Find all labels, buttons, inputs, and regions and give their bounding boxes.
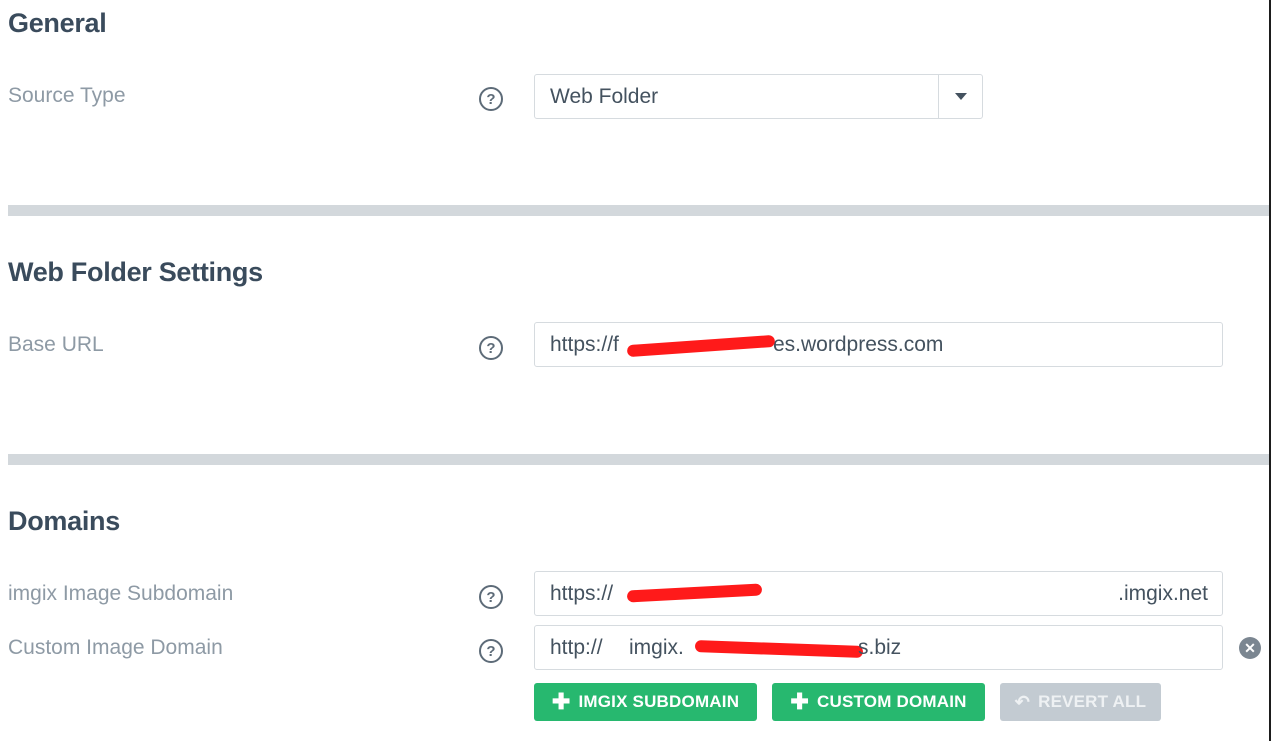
source-type-help-icon[interactable]: ? (479, 87, 503, 111)
chevron-down-icon (954, 93, 967, 100)
add-custom-domain-button[interactable]: ✚ CUSTOM DOMAIN (772, 683, 985, 721)
custom-domain-input[interactable]: http:// imgix. s.biz (534, 625, 1223, 670)
add-custom-domain-label: CUSTOM DOMAIN (817, 692, 967, 711)
imgix-subdomain-help-icon[interactable]: ? (479, 585, 503, 609)
source-type-select[interactable]: Web Folder (534, 74, 983, 119)
add-imgix-subdomain-label: IMGIX SUBDOMAIN (578, 692, 740, 711)
domains-section-title: Domains (8, 506, 120, 536)
base-url-label: Base URL (8, 333, 104, 356)
base-url-help-icon[interactable]: ? (479, 336, 503, 360)
imgix-subdomain-prefix: https:// (550, 582, 614, 605)
base-url-suffix: es.wordpress.com (773, 333, 944, 356)
revert-icon: ↶ (1014, 692, 1031, 712)
redaction-mark (626, 334, 776, 358)
add-imgix-subdomain-button[interactable]: ✚ IMGIX SUBDOMAIN (534, 683, 757, 721)
custom-domain-help-icon[interactable]: ? (479, 639, 503, 663)
source-type-label: Source Type (8, 84, 126, 107)
source-type-dropdown-toggle[interactable] (938, 75, 982, 118)
source-type-selected-value: Web Folder (550, 85, 659, 108)
custom-domain-text-start: imgix. (629, 636, 684, 659)
settings-page: General Source Type ? Web Folder Web Fol… (0, 0, 1271, 741)
imgix-subdomain-input[interactable]: https:// .imgix.net (534, 571, 1223, 616)
custom-domain-prefix: http:// (550, 636, 603, 659)
custom-domain-text-end: s.biz (858, 636, 902, 659)
revert-all-button[interactable]: ↶ REVERT ALL (1000, 683, 1161, 721)
section-divider (8, 205, 1269, 216)
base-url-prefix: https://f (550, 333, 619, 356)
plus-icon: ✚ (790, 689, 809, 714)
imgix-subdomain-suffix: .imgix.net (1118, 582, 1208, 605)
general-section-title: General (8, 8, 107, 38)
base-url-input[interactable]: https://f es.wordpress.com (534, 322, 1223, 367)
plus-icon: ✚ (551, 689, 571, 714)
section-divider (8, 454, 1269, 465)
imgix-subdomain-label: imgix Image Subdomain (8, 582, 234, 605)
redaction-mark (626, 583, 763, 603)
web-folder-section-title: Web Folder Settings (8, 257, 263, 287)
redaction-mark (694, 640, 864, 658)
remove-domain-icon[interactable]: ✕ (1239, 637, 1261, 659)
custom-domain-label: Custom Image Domain (8, 636, 223, 659)
revert-all-label: REVERT ALL (1038, 692, 1147, 711)
